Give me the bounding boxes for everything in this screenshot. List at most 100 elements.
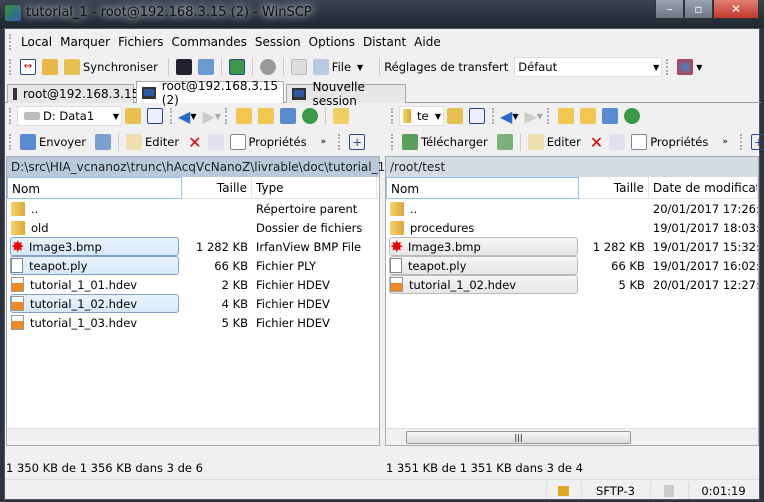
home-icon[interactable] (279, 108, 296, 124)
hdev-file-icon (11, 296, 24, 311)
file-row[interactable]: procedures 19/01/2017 18:03:49 (386, 218, 758, 237)
menu-fichiers[interactable]: Fichiers (114, 35, 167, 49)
parent-directory-icon[interactable] (235, 108, 252, 124)
globe-sync-icon[interactable] (677, 59, 694, 75)
file-row[interactable]: tutorial_1_01.hdev 2 KB Fichier HDEV (7, 275, 379, 294)
file-row[interactable]: .. Répertoire parent (7, 199, 379, 218)
edit-button[interactable]: Editer (145, 135, 179, 149)
edit-button[interactable]: Editer (547, 135, 581, 149)
synchronize-browsing-icon[interactable] (42, 59, 58, 75)
download-options-icon[interactable] (496, 134, 513, 150)
file-row[interactable]: tutorial_1_03.hdev 5 KB Fichier HDEV (7, 313, 379, 332)
properties-button[interactable]: Propriétés (650, 135, 708, 149)
parent-directory-icon[interactable] (557, 108, 574, 124)
root-directory-icon[interactable] (257, 108, 274, 124)
clipboard-icon[interactable] (290, 59, 307, 75)
menu-distant[interactable]: Distant (359, 35, 410, 49)
menu-options[interactable]: Options (305, 35, 359, 49)
delete-icon[interactable]: ✕ (188, 133, 201, 152)
file-type: Fichier HDEV (256, 277, 330, 292)
transfer-settings-select[interactable]: Défaut ▼ (514, 57, 663, 77)
menu-local[interactable]: Local (17, 35, 56, 49)
edit-icon[interactable] (126, 134, 143, 150)
tab-session-1[interactable]: root@192.168.3.15 (7, 84, 139, 103)
upload-options-icon[interactable] (95, 134, 112, 150)
file-row[interactable]: teapot.ply 66 KB Fichier PLY (7, 256, 379, 275)
root-directory-icon[interactable] (579, 108, 596, 124)
menu-marquer[interactable]: Marquer (56, 35, 114, 49)
menu-commandes[interactable]: Commandes (168, 35, 251, 49)
lock-icon (546, 482, 580, 499)
tree-icon[interactable] (332, 108, 349, 124)
forward-icon[interactable]: ▶ (202, 107, 214, 126)
gear-icon[interactable] (259, 59, 276, 75)
file-menu-button[interactable]: File (332, 60, 351, 74)
console-icon[interactable] (175, 59, 192, 75)
right-folder-select[interactable]: te ▼ (399, 106, 444, 126)
forward-icon[interactable]: ▶ (524, 107, 536, 126)
file-icon (11, 258, 23, 273)
properties-button[interactable]: Propriétés (249, 135, 307, 149)
refresh-queue-icon[interactable] (228, 59, 245, 75)
tab-session-2[interactable]: root@192.168.3.15 (2) (136, 79, 284, 107)
properties-icon[interactable] (631, 134, 648, 150)
filter-icon[interactable] (469, 108, 485, 124)
column-date[interactable]: Date de modificatio (649, 176, 758, 199)
back-icon[interactable]: ◀ (178, 107, 190, 126)
column-name[interactable]: Nom (386, 176, 580, 199)
delete-icon[interactable]: ✕ (590, 133, 603, 152)
upload-button[interactable]: Envoyer (39, 135, 86, 149)
putty-icon[interactable] (197, 59, 214, 75)
refresh-icon[interactable] (301, 108, 318, 124)
remote-path[interactable]: /root/test (386, 157, 758, 177)
synchronize-button[interactable]: Synchroniser (83, 60, 158, 74)
left-drive-select[interactable]: D: Data1 ▼ (17, 106, 122, 126)
file-icon[interactable] (312, 59, 329, 75)
edit-icon[interactable] (527, 134, 544, 150)
remote-horizontal-scrollbar[interactable]: ||| (386, 428, 758, 445)
download-button[interactable]: Télécharger (421, 135, 488, 149)
column-size[interactable]: Taille (182, 176, 252, 199)
minimize-button[interactable]: – (655, 0, 684, 19)
synchronize-icon[interactable] (64, 59, 80, 75)
open-folder-icon[interactable] (447, 108, 463, 124)
file-row[interactable]: ✸ Image3.bmp 1 282 KB 19/01/2017 15:32:25 (386, 237, 758, 256)
local-path[interactable]: D:\src\HIA_vcnanoz\trunc\hAcqVcNanoZ\liv… (7, 157, 385, 177)
rename-icon[interactable] (609, 134, 626, 150)
download-icon[interactable] (402, 134, 418, 150)
compare-directories-icon[interactable]: ↔ (20, 59, 36, 75)
refresh-icon[interactable] (623, 108, 640, 124)
file-row[interactable]: tutorial_1_02.hdev 4 KB Fichier HDEV (7, 294, 379, 313)
file-row[interactable]: teapot.ply 66 KB 19/01/2017 16:02:49 (386, 256, 758, 275)
new-icon[interactable]: + (349, 134, 366, 150)
file-name: procedures (410, 220, 475, 235)
menu-session[interactable]: Session (251, 35, 305, 49)
column-name[interactable]: Nom (7, 176, 182, 199)
file-row[interactable]: ✸ Image3.bmp 1 282 KB IrfanView BMP File (7, 237, 379, 256)
monitor-icon (13, 88, 17, 100)
upload-icon[interactable] (20, 134, 36, 150)
new-icon[interactable]: + (750, 134, 764, 150)
drive-icon (24, 112, 40, 120)
open-folder-icon[interactable] (125, 108, 141, 124)
file-name: teapot.ply (408, 258, 467, 273)
local-horizontal-scrollbar[interactable] (7, 428, 379, 445)
menu-aide[interactable]: Aide (410, 35, 445, 49)
file-row[interactable]: .. 20/01/2017 17:26:14 (386, 199, 758, 218)
home-icon[interactable] (601, 108, 618, 124)
close-button[interactable]: ✕ (713, 0, 759, 19)
file-size: 1 282 KB (592, 239, 645, 254)
file-row[interactable]: old Dossier de fichiers (7, 218, 379, 237)
column-type[interactable]: Type (252, 176, 377, 199)
tab-label: root@192.168.3.15 (2) (161, 78, 278, 107)
properties-icon[interactable] (229, 134, 246, 150)
back-icon[interactable]: ◀ (500, 107, 512, 126)
file-size: 2 KB (221, 277, 248, 292)
filter-icon[interactable] (147, 108, 163, 124)
file-row[interactable]: tutorial_1_02.hdev 5 KB 20/01/2017 12:27:4… (386, 275, 758, 294)
column-size[interactable]: Taille (579, 176, 649, 199)
maximize-button[interactable]: ▫ (684, 0, 713, 19)
scrollbar-thumb[interactable]: ||| (406, 431, 631, 444)
tab-new-session[interactable]: Nouvelle session (286, 80, 406, 108)
rename-icon[interactable] (207, 134, 224, 150)
